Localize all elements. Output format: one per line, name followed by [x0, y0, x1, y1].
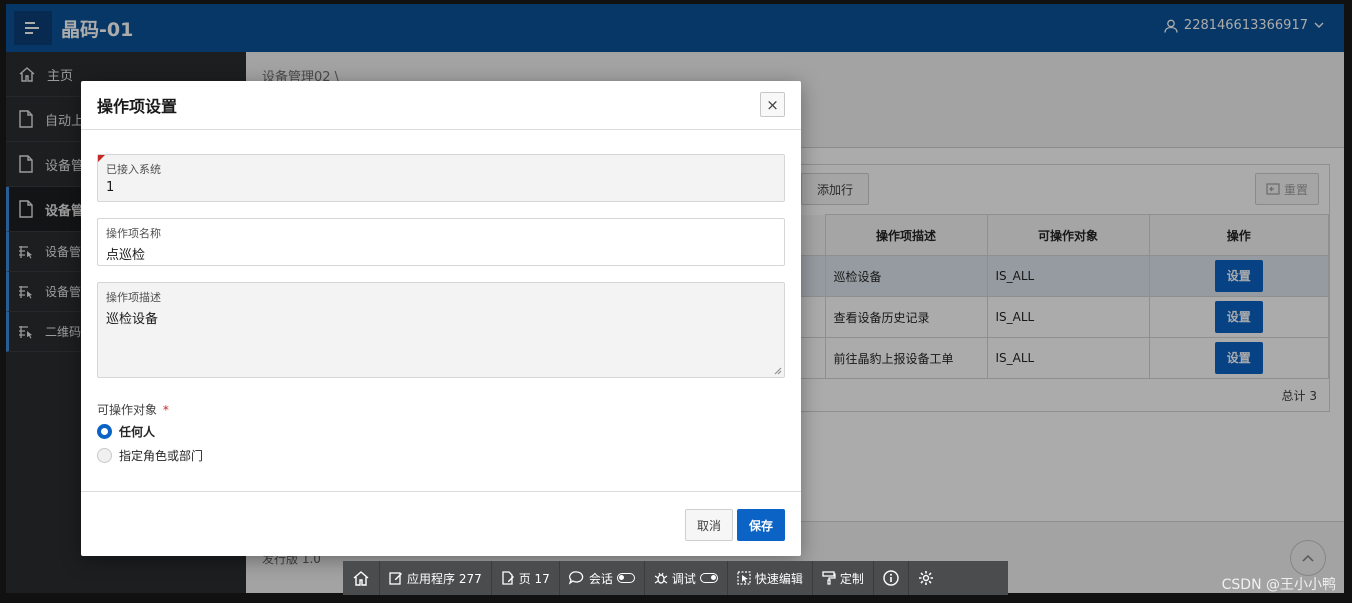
dialog-header: 操作项设置 ×	[81, 81, 801, 130]
close-icon: ×	[766, 95, 779, 114]
system-field: 已接入系统 1	[97, 154, 785, 202]
devbar-info-button[interactable]	[874, 561, 909, 595]
changed-flag-icon	[98, 155, 105, 162]
target-label-text: 可操作对象	[97, 403, 158, 417]
debug-toggle-icon	[699, 573, 718, 583]
paint-roller-icon	[822, 571, 836, 585]
save-label: 保存	[748, 518, 773, 533]
resize-handle-icon[interactable]	[774, 367, 782, 375]
radio-option-label: 指定角色或部门	[119, 449, 204, 463]
app-window: 晶码-01 228146613366917 主页 自动上 设备管 设备管 设备管	[0, 0, 1352, 603]
page-edit-icon	[502, 571, 514, 585]
dialog-title: 操作项设置	[97, 97, 178, 116]
close-button[interactable]: ×	[760, 92, 785, 117]
target-label: 可操作对象 *	[97, 401, 169, 418]
cancel-button[interactable]: 取消	[685, 509, 733, 541]
operation-desc-field[interactable]: 操作项描述 巡检设备	[97, 282, 785, 378]
watermark: CSDN @王小小鸭	[1221, 577, 1336, 593]
session-toggle-icon	[616, 573, 635, 583]
save-button[interactable]: 保存	[737, 509, 785, 541]
quick-edit-icon	[737, 571, 751, 585]
radio-option-label: 任何人	[119, 425, 156, 439]
devbar-page-label: 页 17	[518, 571, 550, 586]
system-field-value: 1	[106, 180, 115, 195]
bug-icon	[654, 572, 668, 584]
devbar-debug-label: 调试	[671, 571, 696, 586]
operation-settings-dialog: 操作项设置 × 已接入系统 1 操作项名称 点巡检 操作项描述 巡检设备 可操作…	[81, 81, 801, 556]
devbar-session-button[interactable]: 会话	[560, 561, 645, 595]
info-icon	[883, 570, 899, 586]
operation-desc-textarea[interactable]: 巡检设备	[106, 308, 776, 327]
devbar-quick-edit-label: 快速编辑	[754, 571, 803, 586]
devbar-app-label: 应用程序 277	[407, 571, 482, 586]
gear-icon	[918, 571, 933, 585]
operation-desc-label: 操作项描述	[106, 291, 161, 304]
devbar-quick-edit-button[interactable]: 快速编辑	[728, 561, 813, 595]
cancel-label: 取消	[696, 518, 721, 533]
devbar-debug-button[interactable]: 调试	[645, 561, 728, 595]
devbar-home-button[interactable]	[343, 561, 380, 595]
radio-option-anyone[interactable]: 任何人	[97, 423, 155, 440]
devbar-customize-button[interactable]: 定制	[813, 561, 874, 595]
devbar-settings-button[interactable]	[909, 561, 943, 595]
system-field-label: 已接入系统	[106, 163, 161, 176]
devbar-page-button[interactable]: 页 17	[492, 561, 560, 595]
operation-name-field[interactable]: 操作项名称 点巡检	[97, 218, 785, 266]
devbar-customize-label: 定制	[839, 571, 864, 586]
devbar-session-label: 会话	[588, 571, 613, 586]
dialog-footer: 取消 保存	[81, 491, 801, 556]
operation-name-input[interactable]: 点巡检	[106, 244, 776, 263]
home-icon	[353, 571, 369, 586]
required-mark: *	[162, 403, 169, 417]
devbar-app-button[interactable]: 应用程序 277	[380, 561, 492, 595]
session-icon	[568, 571, 583, 585]
operation-name-label: 操作项名称	[106, 227, 161, 240]
edit-icon	[389, 572, 402, 585]
radio-option-role[interactable]: 指定角色或部门	[97, 447, 203, 464]
developer-toolbar: 应用程序 277 页 17 会话 调试 快速编辑 定制	[343, 561, 1008, 595]
radio-selected-icon[interactable]	[97, 424, 112, 439]
radio-unselected-icon[interactable]	[97, 448, 112, 463]
